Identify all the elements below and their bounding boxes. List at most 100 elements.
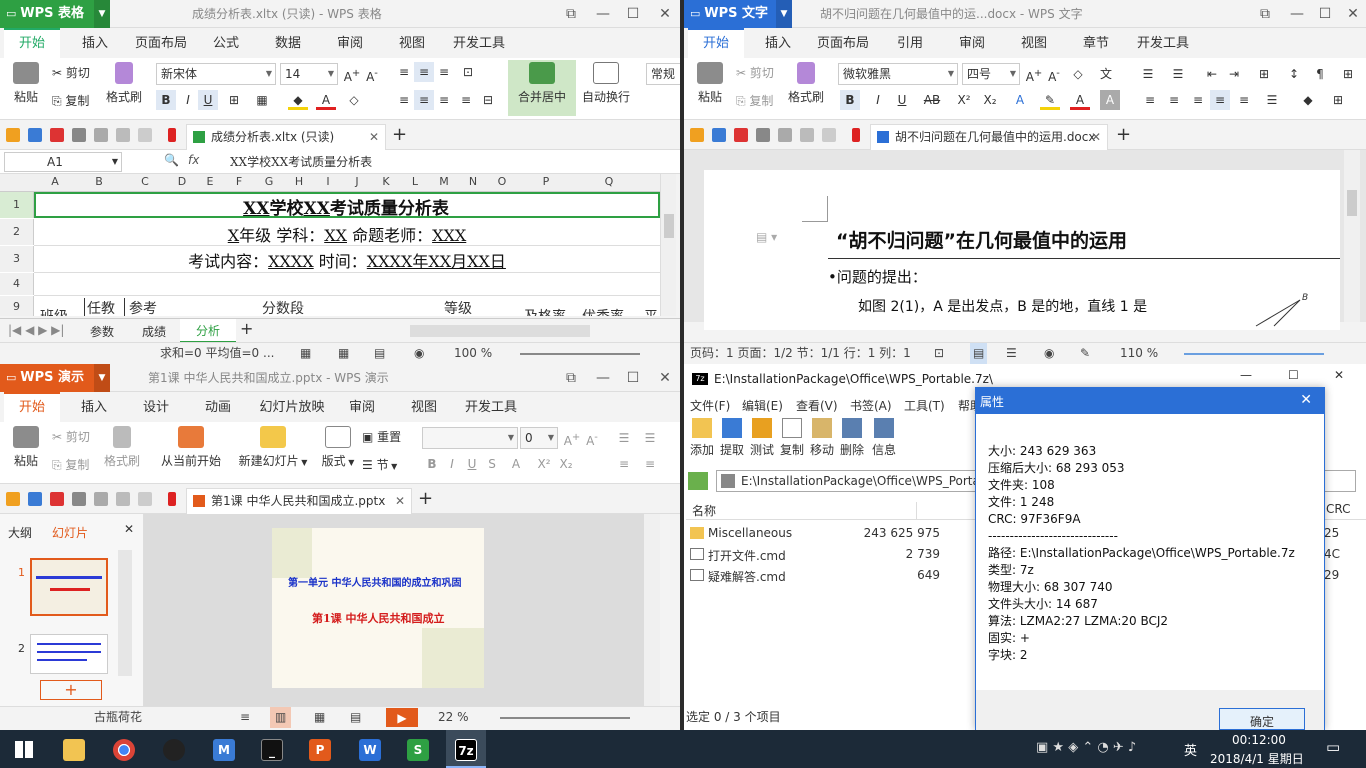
view-normal-icon[interactable]: ▦	[300, 343, 311, 364]
taskbar-terminal[interactable]: _	[252, 730, 292, 768]
test-button[interactable]: 测试	[748, 418, 776, 458]
align-middle-icon[interactable]: ≡	[414, 62, 434, 82]
shadow-icon[interactable]: S	[482, 454, 502, 474]
view-page-icon[interactable]: ▦	[338, 343, 349, 364]
column-header[interactable]: C	[122, 174, 168, 190]
preview-icon[interactable]	[94, 128, 108, 142]
column-header[interactable]: P	[516, 174, 576, 190]
column-header[interactable]: D	[168, 174, 196, 190]
tab-page-layout[interactable]: 页面布局	[128, 28, 194, 58]
font-color-icon[interactable]: A	[316, 90, 336, 110]
italic-icon[interactable]: I	[178, 90, 198, 110]
delete-button[interactable]: 删除	[838, 418, 866, 458]
view-reading-icon[interactable]: ✎	[1080, 343, 1090, 364]
column-header[interactable]: G	[254, 174, 284, 190]
taskbar-chrome[interactable]	[104, 730, 144, 768]
align-center-icon[interactable]: ≡	[1164, 90, 1184, 110]
indent-icon[interactable]: ⇥	[1224, 64, 1244, 84]
show-marks-icon[interactable]: ¶	[1310, 64, 1330, 84]
number-format-combo[interactable]: 常规	[646, 63, 680, 85]
tab-chapter[interactable]: 章节	[1074, 28, 1118, 58]
taskbar-writer[interactable]: W	[350, 730, 390, 768]
minimize-button[interactable]: —	[1282, 0, 1312, 28]
line-spacing-icon[interactable]: ☰	[1262, 90, 1282, 110]
paste-button[interactable]: 粘贴	[6, 62, 46, 105]
new-tab-icon[interactable]: +	[418, 488, 433, 509]
taskbar-explorer[interactable]	[54, 730, 94, 768]
tab-animation[interactable]: 动画	[196, 392, 240, 422]
writer-document-tab[interactable]: 胡不归问题在几何最值中的运用.docx ✕	[870, 124, 1108, 150]
format-painter-button[interactable]: 格式刷	[102, 426, 142, 469]
clear-format-icon[interactable]: ◇	[1068, 64, 1088, 84]
ok-button[interactable]: 确定	[1219, 708, 1305, 730]
clock-time[interactable]: 00:12:00	[1232, 733, 1286, 747]
bold-icon[interactable]: B	[840, 90, 860, 110]
column-header[interactable]: O	[488, 174, 516, 190]
tab-view[interactable]: 视图	[1012, 28, 1056, 58]
thumbs-scrollbar[interactable]	[118, 550, 132, 676]
column-header[interactable]: K	[372, 174, 400, 190]
tab-review[interactable]: 审阅	[950, 28, 994, 58]
vertical-scrollbar[interactable]	[660, 174, 676, 316]
info-button[interactable]: 信息	[870, 418, 898, 458]
font-name-combo[interactable]: 新宋体 ▼	[156, 63, 276, 85]
restore-layout-icon[interactable]: ⧉	[556, 364, 586, 392]
row-header[interactable]: 1	[0, 192, 34, 218]
new-slide-button[interactable]: 新建幻灯片 ▼	[238, 426, 308, 469]
paste-options-icon[interactable]: ▤ ▾	[756, 230, 777, 244]
et-app-menu-button[interactable]: ▭ WPS 表格 ▼	[0, 0, 110, 28]
bold-icon[interactable]: B	[156, 90, 176, 110]
open-icon[interactable]	[6, 128, 20, 142]
menu-tools[interactable]: 工具(T)	[904, 397, 945, 414]
view-break-icon[interactable]: ▤	[374, 343, 385, 364]
extract-button[interactable]: 提取	[718, 418, 746, 458]
pdf-icon[interactable]	[734, 128, 748, 142]
tab-developer[interactable]: 开发工具	[458, 392, 524, 422]
taskbar-et[interactable]: S	[398, 730, 438, 768]
close-icon[interactable]: ✕	[1300, 392, 1312, 408]
font-color-icon[interactable]: A	[1070, 90, 1090, 110]
from-current-button[interactable]: 从当前开始	[158, 426, 224, 469]
underline-icon[interactable]: U	[892, 90, 912, 110]
open-icon[interactable]	[690, 128, 704, 142]
italic-icon[interactable]: I	[868, 90, 888, 110]
tab-review[interactable]: 审阅	[340, 392, 384, 422]
maximize-button[interactable]: ☐	[618, 0, 648, 28]
zoom-search-icon[interactable]: 🔍	[164, 153, 179, 167]
view-page-icon[interactable]: ▤	[970, 343, 988, 364]
font-color-icon[interactable]: A	[506, 454, 526, 474]
underline-icon[interactable]: U	[198, 90, 218, 110]
align-right-icon[interactable]: ≡	[434, 90, 454, 110]
view-reading-icon[interactable]: ◉	[414, 343, 424, 364]
subscript-icon[interactable]: X₂	[980, 90, 1000, 110]
numbering-icon[interactable]: ☰	[640, 428, 660, 448]
row-header[interactable]: 4	[0, 273, 34, 295]
view-sorter-icon[interactable]: ▦	[314, 707, 325, 728]
add-slide-button[interactable]: +	[40, 680, 102, 700]
column-header[interactable]: N	[458, 174, 488, 190]
maximize-button[interactable]: ☐	[1288, 368, 1299, 382]
current-slide[interactable]: 第一单元 中华人民共和国的成立和巩固 第1课 中华人民共和国成立	[272, 528, 484, 688]
tab-home[interactable]: 开始	[4, 28, 60, 58]
paste-button[interactable]: 粘贴	[6, 426, 46, 469]
print-icon[interactable]	[756, 128, 770, 142]
preview-icon[interactable]	[94, 492, 108, 506]
move-button[interactable]: 移动	[808, 418, 836, 458]
column-header[interactable]: Q	[576, 174, 642, 190]
tab-insert[interactable]: 插入	[72, 392, 116, 422]
format-painter-button[interactable]: 格式刷	[786, 62, 826, 105]
column-header[interactable]: E	[196, 174, 224, 190]
et-document-tab[interactable]: 成绩分析表.xltx (只读) ✕	[186, 124, 386, 150]
shading-icon[interactable]: ◆	[1298, 90, 1318, 110]
vertical-scrollbar[interactable]	[1344, 150, 1360, 322]
slide-thumb-1[interactable]	[30, 558, 108, 616]
italic-icon[interactable]: I	[442, 454, 462, 474]
minimize-button[interactable]: —	[1240, 368, 1252, 382]
save-icon[interactable]	[712, 128, 726, 142]
start-button[interactable]	[4, 730, 44, 768]
fullscreen-icon[interactable]: ⊡	[934, 343, 944, 364]
column-header[interactable]: L	[400, 174, 430, 190]
shrink-font-icon[interactable]: A-	[362, 64, 382, 84]
bullets-icon[interactable]: ☰	[614, 428, 634, 448]
bold-icon[interactable]: B	[422, 454, 442, 474]
